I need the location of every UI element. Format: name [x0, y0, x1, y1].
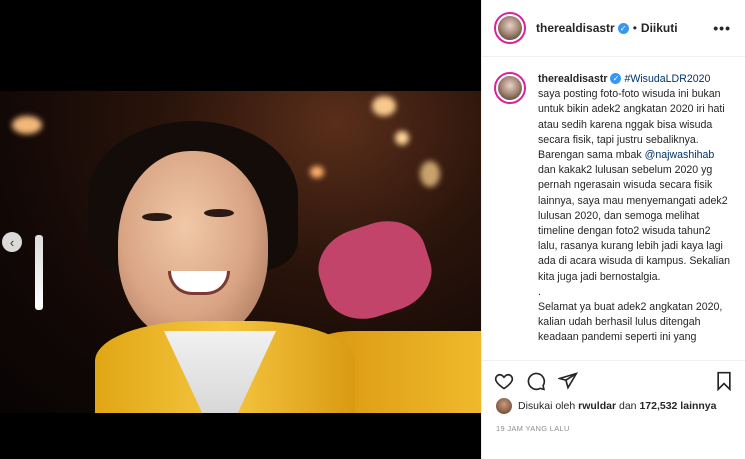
- caption-avatar[interactable]: [494, 72, 526, 104]
- more-options-button[interactable]: •••: [713, 20, 731, 36]
- liker-link[interactable]: rwuldar: [578, 400, 616, 412]
- action-bar: [482, 360, 745, 400]
- verified-badge-icon: ✓: [610, 73, 622, 84]
- follow-status-button[interactable]: Diikuti: [641, 21, 678, 35]
- chevron-left-icon: ‹: [9, 234, 15, 250]
- avatar[interactable]: [494, 12, 526, 44]
- separator-dot: •: [632, 21, 637, 35]
- hashtag-link[interactable]: #WisudaLDR2020: [624, 73, 710, 85]
- likes-count-link[interactable]: 172,532 lainnya: [639, 400, 716, 412]
- caption-text: therealdisastr ✓ #WisudaLDR2020 saya post…: [538, 72, 732, 359]
- post-panel: therealdisastr ✓ • Diikuti ••• therealdi…: [481, 0, 745, 459]
- comment-icon[interactable]: [526, 371, 546, 391]
- post-timestamp: 19 JAM YANG LALU: [496, 424, 570, 433]
- verified-badge-icon: ✓: [617, 22, 629, 34]
- caption-body-2: dan kakak2 lulusan sebelum 2020 yg perna…: [538, 149, 733, 283]
- heart-icon[interactable]: [494, 371, 514, 391]
- caption-area: therealdisastr ✓ #WisudaLDR2020 saya post…: [482, 58, 745, 359]
- post-media: ‹: [0, 0, 481, 459]
- likes-connector: dan: [618, 400, 637, 412]
- bookmark-icon[interactable]: [714, 371, 734, 391]
- likes-prefix: Disukai oleh: [518, 400, 576, 412]
- caption-body-4: Selamat ya buat adek2 angkatan 2020, kal…: [538, 301, 726, 344]
- previous-photo-button[interactable]: ‹: [2, 232, 22, 252]
- caption-username-link[interactable]: therealdisastr: [538, 73, 607, 85]
- post-photo: [0, 91, 481, 413]
- likes-summary: Disukai oleh rwuldar dan 172,532 lainnya: [496, 398, 717, 414]
- share-icon[interactable]: [558, 371, 578, 391]
- mention-link[interactable]: @najwashihab: [645, 149, 715, 161]
- username-link[interactable]: therealdisastr: [536, 21, 615, 35]
- liker-avatar[interactable]: [496, 398, 512, 414]
- caption-body-3: .: [538, 285, 541, 298]
- post-header: therealdisastr ✓ • Diikuti •••: [482, 0, 745, 57]
